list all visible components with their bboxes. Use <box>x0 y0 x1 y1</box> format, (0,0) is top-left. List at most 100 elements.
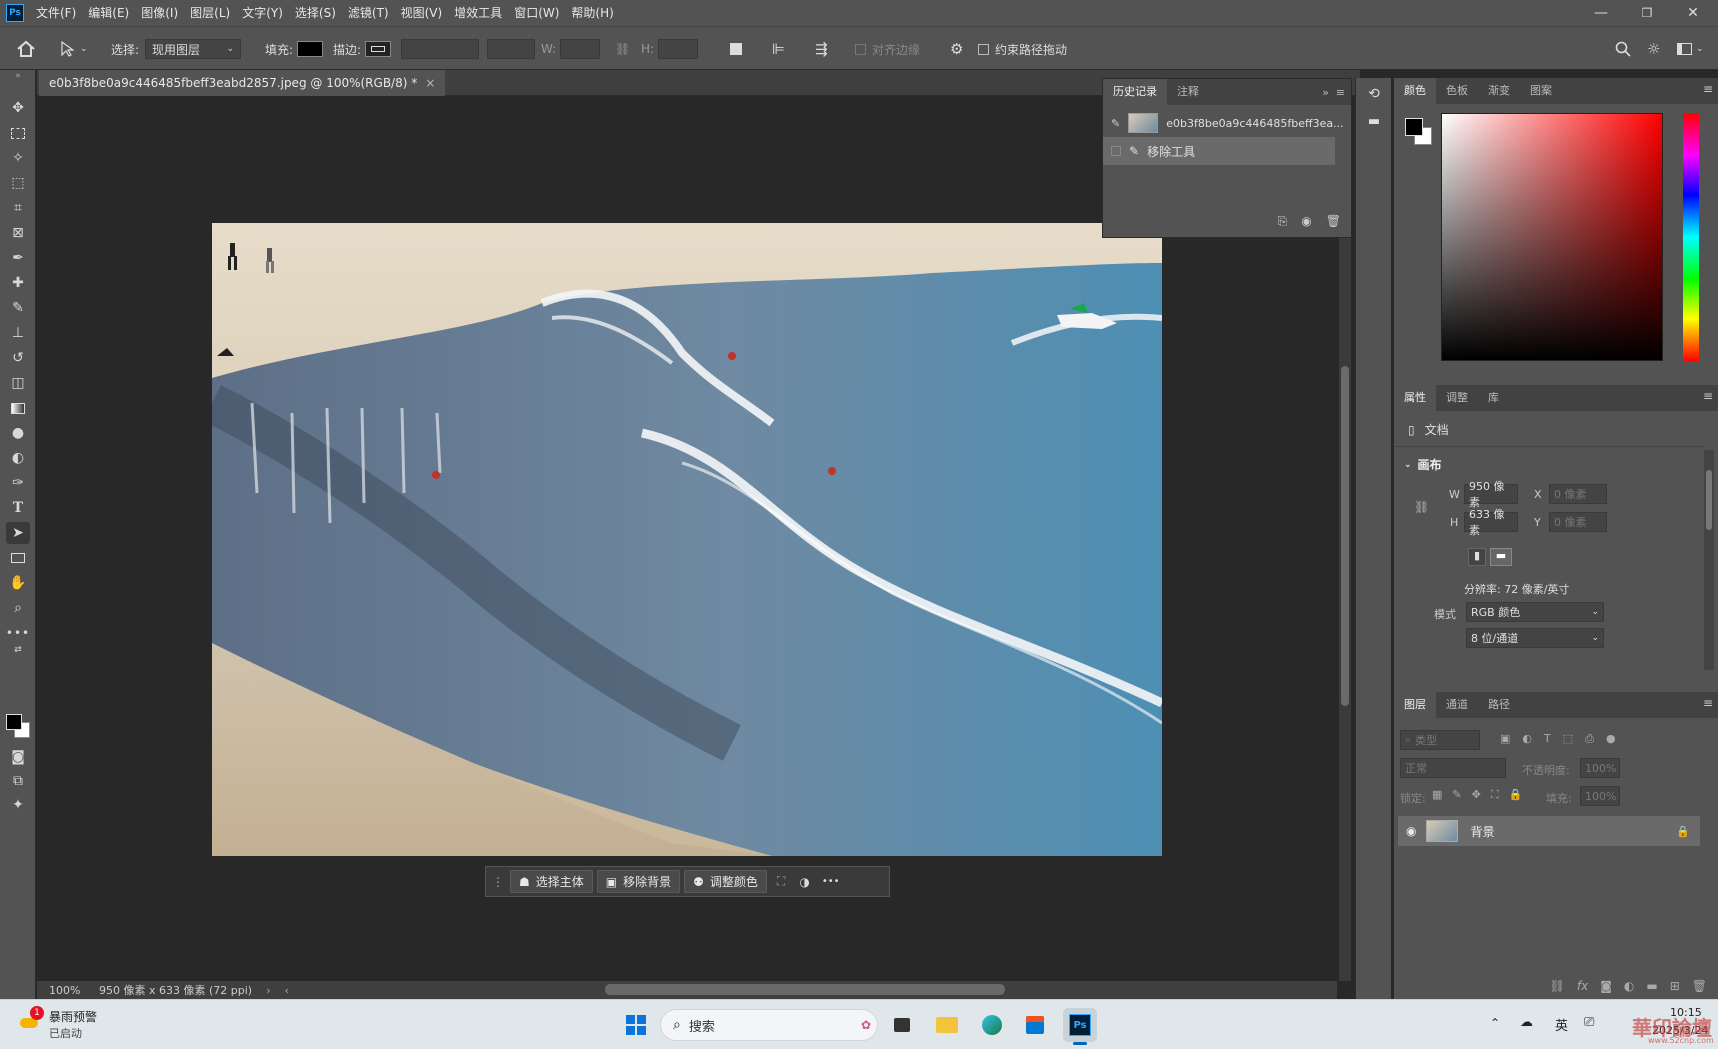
lock-all-icon[interactable]: 🔒 <box>1509 788 1523 802</box>
adjust-color-button[interactable]: ⚉ 调整颜色 <box>684 870 767 893</box>
hand-tool-icon[interactable]: ✋ <box>6 572 30 594</box>
panel-menu-icon[interactable]: ≡ <box>1703 389 1713 403</box>
history-brush-tool-icon[interactable]: ↺ <box>6 347 30 369</box>
chevron-up-icon[interactable]: ⌃ <box>1490 1016 1500 1030</box>
restore-icon[interactable]: ❐ <box>1624 0 1670 26</box>
display-icon[interactable]: ⎚ <box>1584 1015 1594 1030</box>
path-alignment-icon[interactable]: ⊫ <box>772 27 785 71</box>
clone-stamp-tool-icon[interactable]: ⊥ <box>6 322 30 344</box>
height-field[interactable] <box>658 39 699 59</box>
panel-menu-icon[interactable]: ≡ <box>1336 86 1345 99</box>
smart-object-filter-icon[interactable]: ⎙ <box>1585 732 1594 746</box>
menu-file[interactable]: 文件(F) <box>30 0 82 26</box>
horizontal-scroll-thumb[interactable] <box>605 984 1005 995</box>
constrain-path-checkbox[interactable] <box>978 43 989 55</box>
hue-slider[interactable] <box>1683 113 1699 361</box>
new-group-icon[interactable]: ▬ <box>1646 979 1657 993</box>
tab-layers[interactable]: 图层 <box>1394 692 1436 718</box>
tab-patterns[interactable]: 图案 <box>1520 78 1562 104</box>
stroke-swatch[interactable] <box>365 41 392 57</box>
lock-artboard-icon[interactable]: ⛶ <box>1491 788 1499 802</box>
drag-handle-icon[interactable]: ⋮ <box>490 875 506 889</box>
path-selection-tool-icon[interactable]: ⌄ <box>60 27 88 71</box>
frame-tool-icon[interactable]: ⊠ <box>6 222 30 244</box>
minimize-icon[interactable]: — <box>1578 0 1624 26</box>
stroke-type-dropdown[interactable] <box>487 39 535 59</box>
history-snapshot-row[interactable]: ✎ e0b3f8be0a9c446485fbeff3ea... <box>1103 109 1351 137</box>
new-document-from-state-icon[interactable]: ⎘ <box>1278 214 1288 229</box>
select-mode-dropdown[interactable]: 现用图层 ⌄ <box>145 39 242 59</box>
history-step-checkbox[interactable] <box>1111 146 1121 156</box>
landscape-orientation-icon[interactable]: ▬ <box>1490 548 1512 566</box>
color-mode-dropdown[interactable]: RGB 颜色 ⌄ <box>1466 602 1604 622</box>
zoom-tool-icon[interactable]: ⌕ <box>6 597 30 619</box>
lock-pixels-icon[interactable]: ✎ <box>1452 788 1461 802</box>
edge-browser-icon[interactable] <box>975 1008 1009 1042</box>
tab-gradients[interactable]: 渐变 <box>1478 78 1520 104</box>
tab-adjustments[interactable]: 调整 <box>1436 385 1478 411</box>
tab-history[interactable]: 历史记录 <box>1103 79 1167 105</box>
menu-select[interactable]: 选择(S) <box>289 0 342 26</box>
path-arrangement-icon[interactable]: ⇶ <box>815 27 828 71</box>
photoshop-app-icon[interactable]: Ps <box>6 4 24 22</box>
dodge-tool-icon[interactable]: ◐ <box>6 447 30 469</box>
tab-notes[interactable]: 注释 <box>1167 79 1209 105</box>
tab-color[interactable]: 颜色 <box>1394 78 1436 104</box>
color-saturation-field[interactable] <box>1441 113 1663 361</box>
windows-start-icon[interactable] <box>619 1008 653 1042</box>
menu-image[interactable]: 图像(I) <box>135 0 184 26</box>
document-tab[interactable]: e0b3f8be0a9c446485fbeff3eabd2857.jpeg @ … <box>39 70 446 96</box>
layer-filter-dropdown[interactable]: ⌕ 类型 <box>1400 730 1480 750</box>
vertical-scroll-thumb[interactable] <box>1341 366 1349 706</box>
history-step-row[interactable]: ✎ 移除工具 <box>1103 137 1335 165</box>
foreground-color-swatch[interactable] <box>6 714 22 730</box>
tab-paths[interactable]: 路径 <box>1478 692 1520 718</box>
fill-field[interactable]: 100% <box>1580 786 1620 806</box>
edit-toolbar-icon[interactable]: ••• <box>6 622 30 644</box>
menu-edit[interactable]: 编辑(E) <box>82 0 135 26</box>
generative-fill-icon[interactable]: ✦ <box>6 794 30 816</box>
weather-warning-icon[interactable]: 1 <box>18 1006 44 1034</box>
zoom-level[interactable]: 100% <box>49 984 93 997</box>
menu-type[interactable]: 文字(Y) <box>236 0 289 26</box>
camera-icon[interactable]: ◉ <box>1301 214 1311 229</box>
opacity-field[interactable]: 100% <box>1580 758 1620 778</box>
type-layer-filter-icon[interactable]: T <box>1544 732 1551 746</box>
gear-icon[interactable]: ⚙ <box>950 27 963 71</box>
bit-depth-dropdown[interactable]: 8 位/通道 ⌄ <box>1466 628 1604 648</box>
transform-icon[interactable]: ⛶ <box>771 874 791 889</box>
chevron-right-icon[interactable]: › <box>266 984 270 997</box>
chevron-left-icon[interactable]: ‹ <box>285 984 289 997</box>
rectangle-tool-icon[interactable] <box>6 547 30 569</box>
input-language[interactable]: 英 <box>1555 1015 1568 1034</box>
panel-menu-icon[interactable]: ≡ <box>1703 82 1713 96</box>
pen-tool-icon[interactable]: ✑ <box>6 472 30 494</box>
width-field[interactable] <box>560 39 601 59</box>
blend-mode-dropdown[interactable]: 正常 <box>1400 758 1506 778</box>
document-canvas-image[interactable] <box>212 223 1162 856</box>
fill-swatch[interactable] <box>297 41 324 57</box>
discover-lightbulb-icon[interactable]: ☼ <box>1647 27 1660 71</box>
tab-swatches[interactable]: 色板 <box>1436 78 1478 104</box>
layer-row[interactable]: ◉ 背景 🔒 <box>1398 816 1700 846</box>
panel-menu-icon[interactable]: ≡ <box>1703 696 1713 710</box>
eraser-tool-icon[interactable]: ◫ <box>6 372 30 394</box>
path-selection-tool-icon[interactable]: ➤ <box>6 522 30 544</box>
mask-icon[interactable]: ◑ <box>795 875 813 889</box>
remove-background-button[interactable]: ▣ 移除背景 <box>596 870 681 893</box>
adjustment-layer-filter-icon[interactable]: ◐ <box>1522 732 1532 746</box>
shape-layer-filter-icon[interactable]: ⬚ <box>1563 732 1573 746</box>
screen-mode-icon[interactable]: ⧉ <box>6 770 30 792</box>
link-dimensions-icon[interactable]: ⛓ <box>1414 500 1429 514</box>
taskbar-search-box[interactable]: ⌕ 搜索 ✿ <box>660 1009 878 1041</box>
network-icon[interactable]: ☁ <box>1520 1015 1533 1030</box>
close-window-icon[interactable]: ✕ <box>1670 0 1716 26</box>
align-edges-checkbox[interactable] <box>855 43 866 55</box>
canvas-section-header[interactable]: ⌄ 画布 <box>1404 456 1442 473</box>
pixel-layer-filter-icon[interactable]: ▣ <box>1500 732 1510 746</box>
blur-tool-icon[interactable]: ● <box>6 422 30 444</box>
tab-libraries[interactable]: 库 <box>1478 385 1509 411</box>
menu-layer[interactable]: 图层(L) <box>184 0 236 26</box>
menu-window[interactable]: 窗口(W) <box>508 0 565 26</box>
filter-toggle-icon[interactable]: ● <box>1606 732 1616 746</box>
